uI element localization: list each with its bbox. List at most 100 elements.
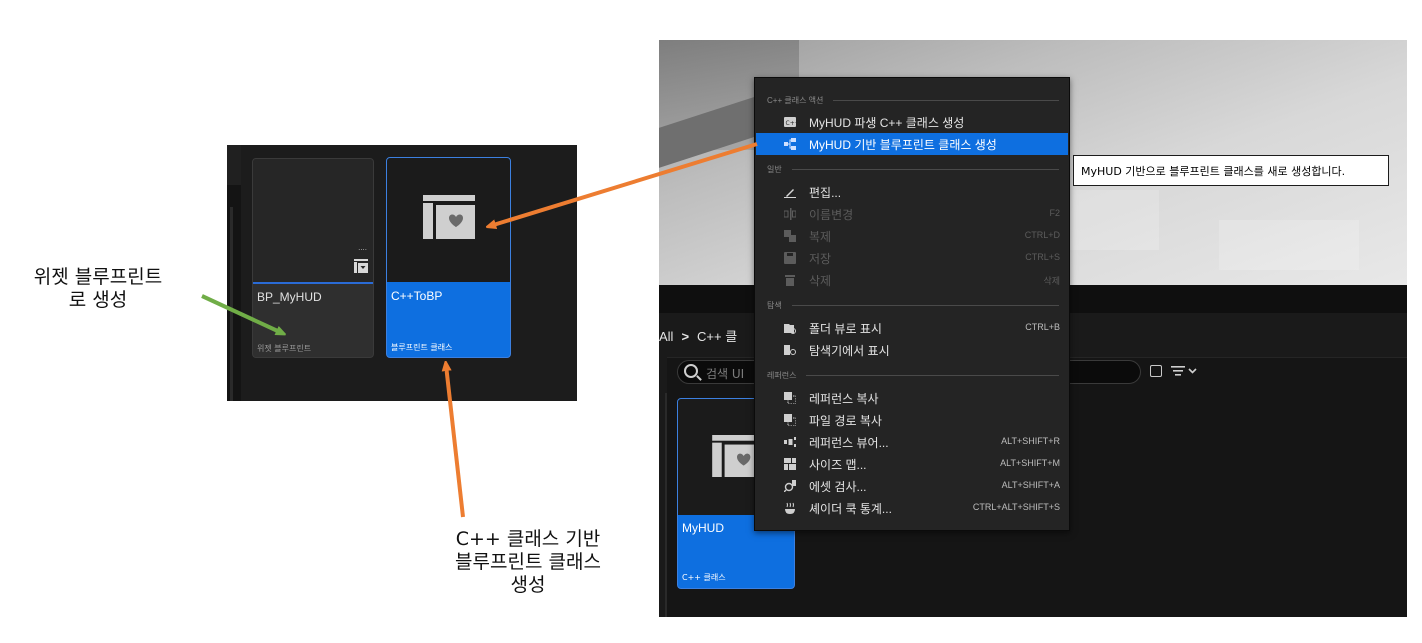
- asset-card-cpp-to-bp[interactable]: C++ToBP 블루프린트 클래스: [386, 157, 511, 358]
- blueprint-class-icon: [784, 138, 796, 150]
- delete-icon: [785, 275, 795, 286]
- audit-icon: [784, 480, 796, 492]
- save-icon: [784, 252, 796, 264]
- menu-item-label: 이름변경: [809, 208, 854, 222]
- hud-icon: [354, 259, 368, 273]
- menu-item-show-in-folder-view[interactable]: 폴더 뷰로 표시 CTRL+B: [756, 317, 1068, 339]
- asset-type-label: 블루프린트 클래스: [391, 343, 453, 352]
- folder-view-icon: [784, 324, 796, 334]
- menu-item-label: 레퍼런스 뷰어...: [809, 436, 889, 450]
- menu-item-label: 삭제: [809, 274, 832, 288]
- menu-item-create-cpp-class[interactable]: C++ MyHUD 파생 C++ 클래스 생성: [756, 111, 1068, 133]
- asset-name: BP_MyHUD: [257, 290, 322, 304]
- breadcrumb: All > C++ 클: [659, 326, 737, 345]
- shader-stats-icon: [785, 502, 795, 514]
- asset-name: C++ToBP: [391, 289, 443, 303]
- menu-item-label: 복제: [809, 230, 832, 244]
- menu-item-reference-viewer[interactable]: 레퍼런스 뷰어... ALT+SHIFT+R: [756, 431, 1068, 453]
- menu-item-shader-cook-stats[interactable]: 셰이더 쿡 통계... CTRL+ALT+SHIFT+S: [756, 497, 1068, 519]
- menu-item-shortcut: CTRL+B: [1025, 322, 1060, 332]
- menu-item-size-map[interactable]: 사이즈 맵... ALT+SHIFT+M: [756, 453, 1068, 475]
- annotation-line: 생성: [510, 574, 546, 596]
- menu-item-copy-reference[interactable]: 레퍼런스 복사: [756, 387, 1068, 409]
- menu-section-title: 탐색: [767, 300, 782, 310]
- duplicate-icon: [784, 230, 796, 242]
- breadcrumb-current[interactable]: C++ 클: [697, 329, 737, 344]
- menu-item-shortcut: CTRL+S: [1025, 252, 1060, 262]
- menu-item-shortcut: F2: [1049, 208, 1060, 218]
- menu-item-label: 셰이더 쿡 통계...: [809, 502, 892, 516]
- menu-section-cpp-actions: C++ 클래스 액션: [767, 93, 1059, 107]
- menu-item-shortcut: ALT+SHIFT+M: [1000, 458, 1060, 468]
- menu-item-show-in-explorer[interactable]: 탐색기에서 표시: [756, 339, 1068, 361]
- menu-item-duplicate[interactable]: 복제 CTRL+D: [756, 225, 1068, 247]
- menu-item-label: 저장: [809, 252, 832, 266]
- menu-item-audit-assets[interactable]: 에셋 검사... ALT+SHIFT+A: [756, 475, 1068, 497]
- pane-divider: [665, 393, 667, 617]
- menu-section-browse: 탐색: [767, 298, 1059, 312]
- annotation-cpp-blueprint: C++ 클래스 기반 블루프린트 클래스 생성: [408, 528, 648, 597]
- menu-item-copy-file-path[interactable]: 파일 경로 복사: [756, 409, 1068, 431]
- breadcrumb-all[interactable]: All: [659, 329, 673, 344]
- menu-tooltip: MyHUD 기반으로 블루프린트 클래스를 새로 생성합니다.: [1073, 155, 1389, 186]
- section-divider: [806, 374, 1059, 376]
- left-content-browser-panel: .... BP_MyHUD 위젯 블루프린트 C++ToBP 블루프린트 클래스: [227, 145, 577, 401]
- section-divider: [833, 99, 1059, 101]
- hud-icon: [423, 195, 475, 239]
- menu-item-save[interactable]: 저장 CTRL+S: [756, 247, 1068, 269]
- asset-type-stripe: [253, 282, 373, 284]
- edit-icon: [784, 189, 796, 198]
- menu-item-shortcut: CTRL+D: [1024, 230, 1060, 240]
- annotation-line: C++ 클래스 기반: [455, 528, 601, 550]
- asset-type-label: C++ 클래스: [682, 573, 726, 582]
- asset-type-label: 위젯 블루프린트: [257, 344, 312, 353]
- panel-edge-top: [227, 145, 241, 185]
- menu-item-shortcut: CTRL+ALT+SHIFT+S: [972, 502, 1060, 512]
- annotation-line: 블루프린트 클래스: [455, 551, 601, 573]
- menu-item-create-blueprint-class[interactable]: MyHUD 기반 블루프린트 클래스 생성: [756, 133, 1068, 155]
- menu-item-label: 편집...: [809, 186, 842, 200]
- menu-item-shortcut: 삭제: [1043, 276, 1060, 286]
- search-placeholder: 검색 UI: [706, 367, 745, 381]
- filter-icon[interactable]: [1171, 363, 1199, 379]
- explorer-icon: [784, 345, 796, 355]
- menu-section-general: 일반: [767, 162, 1059, 176]
- menu-item-label: 탐색기에서 표시: [809, 344, 890, 358]
- menu-item-label: MyHUD 파생 C++ 클래스 생성: [809, 116, 965, 130]
- menu-item-label: 폴더 뷰로 표시: [809, 322, 882, 336]
- menu-section-title: C++ 클래스 액션: [767, 95, 824, 105]
- menu-item-label: 사이즈 맵...: [809, 458, 867, 472]
- section-divider: [791, 304, 1059, 306]
- section-divider: [791, 168, 1059, 170]
- copy-reference-icon: [784, 392, 796, 404]
- annotation-line: 로 생성: [68, 289, 128, 311]
- menu-section-title: 일반: [767, 164, 782, 174]
- size-map-icon: [784, 458, 796, 470]
- menu-item-rename[interactable]: 이름변경 F2: [756, 203, 1068, 225]
- annotation-line: 위젯 블루프린트: [33, 266, 163, 288]
- menu-section-references: 레퍼런스: [767, 368, 1059, 382]
- menu-item-label: MyHUD 기반 블루프린트 클래스 생성: [809, 138, 997, 152]
- menu-item-label: 레퍼런스 복사: [809, 392, 879, 406]
- cpp-class-icon: C++: [784, 117, 797, 127]
- search-input-end[interactable]: [1065, 360, 1141, 384]
- asset-card-bp-myhud[interactable]: .... BP_MyHUD 위젯 블루프린트: [252, 158, 374, 358]
- svg-text:C++: C++: [786, 120, 797, 127]
- save-search-icon[interactable]: [1150, 365, 1162, 377]
- asset-name: MyHUD: [682, 521, 724, 535]
- rename-icon: [784, 208, 796, 220]
- menu-item-shortcut: ALT+SHIFT+R: [1001, 436, 1060, 446]
- menu-item-delete[interactable]: 삭제 삭제: [756, 269, 1068, 291]
- context-menu: C++ 클래스 액션 C++ MyHUD 파생 C++ 클래스 생성 MyHUD…: [754, 77, 1070, 531]
- reference-viewer-icon: [784, 437, 796, 447]
- search-icon: [684, 364, 698, 378]
- annotation-widget-blueprint: 위젯 블루프린트 로 생성: [6, 266, 190, 312]
- menu-item-edit[interactable]: 편집...: [756, 181, 1068, 203]
- menu-section-title: 레퍼런스: [767, 370, 797, 380]
- menu-item-shortcut: ALT+SHIFT+A: [1001, 480, 1060, 490]
- chevron-right-icon: >: [681, 329, 690, 344]
- copy-path-icon: [784, 414, 796, 426]
- thumbnail-dots: ....: [358, 244, 367, 252]
- menu-item-label: 에셋 검사...: [809, 480, 867, 494]
- panel-edge-line: [230, 207, 233, 401]
